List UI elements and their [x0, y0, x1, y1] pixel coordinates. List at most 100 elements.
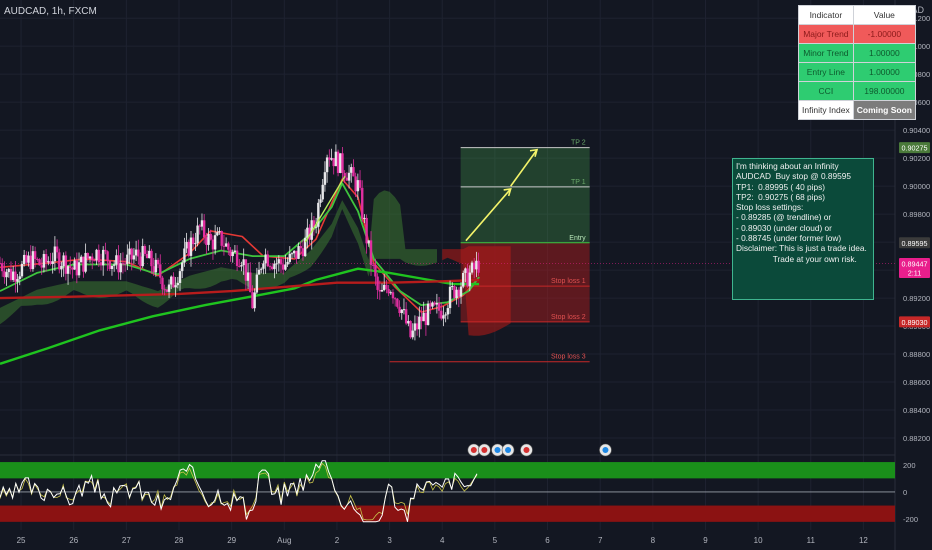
candle-body [183, 248, 186, 263]
candle-body [231, 252, 234, 257]
candle-body [336, 151, 340, 173]
candle-body [95, 249, 98, 261]
event-flag-icon [523, 447, 530, 453]
candle-body [77, 262, 81, 276]
candle-body [9, 268, 13, 280]
candle-body [341, 153, 344, 173]
candle-body [365, 217, 368, 244]
candle-body [332, 158, 335, 167]
candle-body [420, 316, 423, 322]
candle-body [251, 292, 254, 309]
candle-body [440, 310, 443, 319]
indicator-value: 1.00000 [852, 43, 916, 63]
indicator-name: Infinity Index [798, 100, 854, 120]
osc-tick-label: 200 [903, 461, 916, 470]
candle-body [273, 263, 276, 270]
candle-body [413, 323, 417, 331]
candle-body [25, 254, 28, 263]
candle-body [288, 253, 291, 262]
indicator-table-header: Indicator Value [798, 5, 916, 25]
candle-body [257, 269, 261, 275]
candle-body [143, 246, 147, 254]
candle-body [93, 260, 96, 262]
candle-body [426, 303, 430, 325]
candle-body [60, 265, 63, 270]
candle-body [404, 309, 408, 324]
candle-body [73, 260, 76, 270]
candle-body [141, 246, 144, 267]
candle-body [185, 241, 188, 249]
candle-body [277, 259, 281, 264]
indicator-name: Major Trend [798, 24, 854, 44]
candle-body [246, 272, 250, 281]
level-label: TP 1 [571, 179, 586, 186]
candle-body [391, 292, 395, 299]
candle-body [459, 286, 463, 297]
candle-body [358, 180, 362, 188]
x-tick-label: 28 [175, 536, 184, 545]
candle-body [227, 243, 230, 250]
x-tick-label: 11 [807, 536, 816, 545]
candle-body [213, 235, 217, 250]
candle-body [229, 249, 232, 257]
candle-body [27, 255, 30, 263]
y-tick-label: 0.88600 [903, 378, 930, 387]
candle-body [233, 250, 237, 253]
candle-body [145, 253, 149, 259]
indicator-value: 198.00000 [852, 81, 916, 101]
candle-body [268, 266, 272, 268]
candle-body [411, 330, 414, 338]
candle-body [159, 264, 162, 278]
candle-body [431, 302, 434, 307]
candle-body [165, 289, 169, 292]
candle-body [170, 276, 173, 285]
candle-body [475, 260, 478, 270]
x-tick-label: 27 [122, 536, 131, 545]
candle-body [468, 272, 472, 287]
candle-body [130, 248, 133, 260]
candle-body [53, 246, 57, 262]
candle-body [275, 263, 278, 265]
x-tick-label: 9 [703, 536, 708, 545]
candle-body [429, 303, 432, 307]
candle-body [200, 220, 204, 227]
candle-body [14, 271, 17, 282]
note-line: Stop loss settings: [736, 202, 804, 213]
candle-body [51, 261, 54, 264]
candle-body [238, 265, 241, 267]
candle-body [409, 321, 412, 338]
symbol-title: AUDCAD, 1h, FXCM [4, 6, 97, 17]
candle-body [29, 255, 32, 270]
level-label: Stop loss 2 [551, 314, 586, 321]
y-tick-label: 0.89200 [903, 294, 930, 303]
candle-body [356, 180, 360, 192]
candle-body [249, 272, 252, 293]
event-flag-icon [494, 447, 501, 453]
candle-body [82, 256, 85, 272]
note-line: TP2: 0.90275 ( 68 pips) [736, 191, 826, 202]
candle-body [198, 225, 201, 227]
candle-body [282, 264, 285, 270]
candle-body [462, 272, 465, 287]
candle-body [106, 251, 109, 262]
candle-body [330, 158, 333, 160]
candle-body [137, 249, 140, 257]
candle-body [339, 153, 342, 173]
candle-body [255, 274, 259, 293]
candle-body [352, 167, 355, 177]
candle-body [292, 250, 296, 254]
candle-body [119, 263, 122, 273]
note-line: TP1: 0.89995 ( 40 pips) [736, 181, 826, 192]
candle-body [415, 323, 419, 330]
candle-body [400, 309, 403, 314]
note-line: Trade at your own risk. [736, 253, 857, 264]
profit-zone [460, 147, 590, 243]
candle-body [11, 271, 15, 280]
x-tick-label: 7 [598, 536, 603, 545]
candle-body [444, 314, 447, 316]
candle-body [361, 187, 364, 219]
value-header-cell: Value [852, 5, 916, 25]
candle-body [325, 157, 329, 173]
price-badge-label: 0.89030 [902, 318, 928, 327]
candle-body [194, 243, 197, 245]
